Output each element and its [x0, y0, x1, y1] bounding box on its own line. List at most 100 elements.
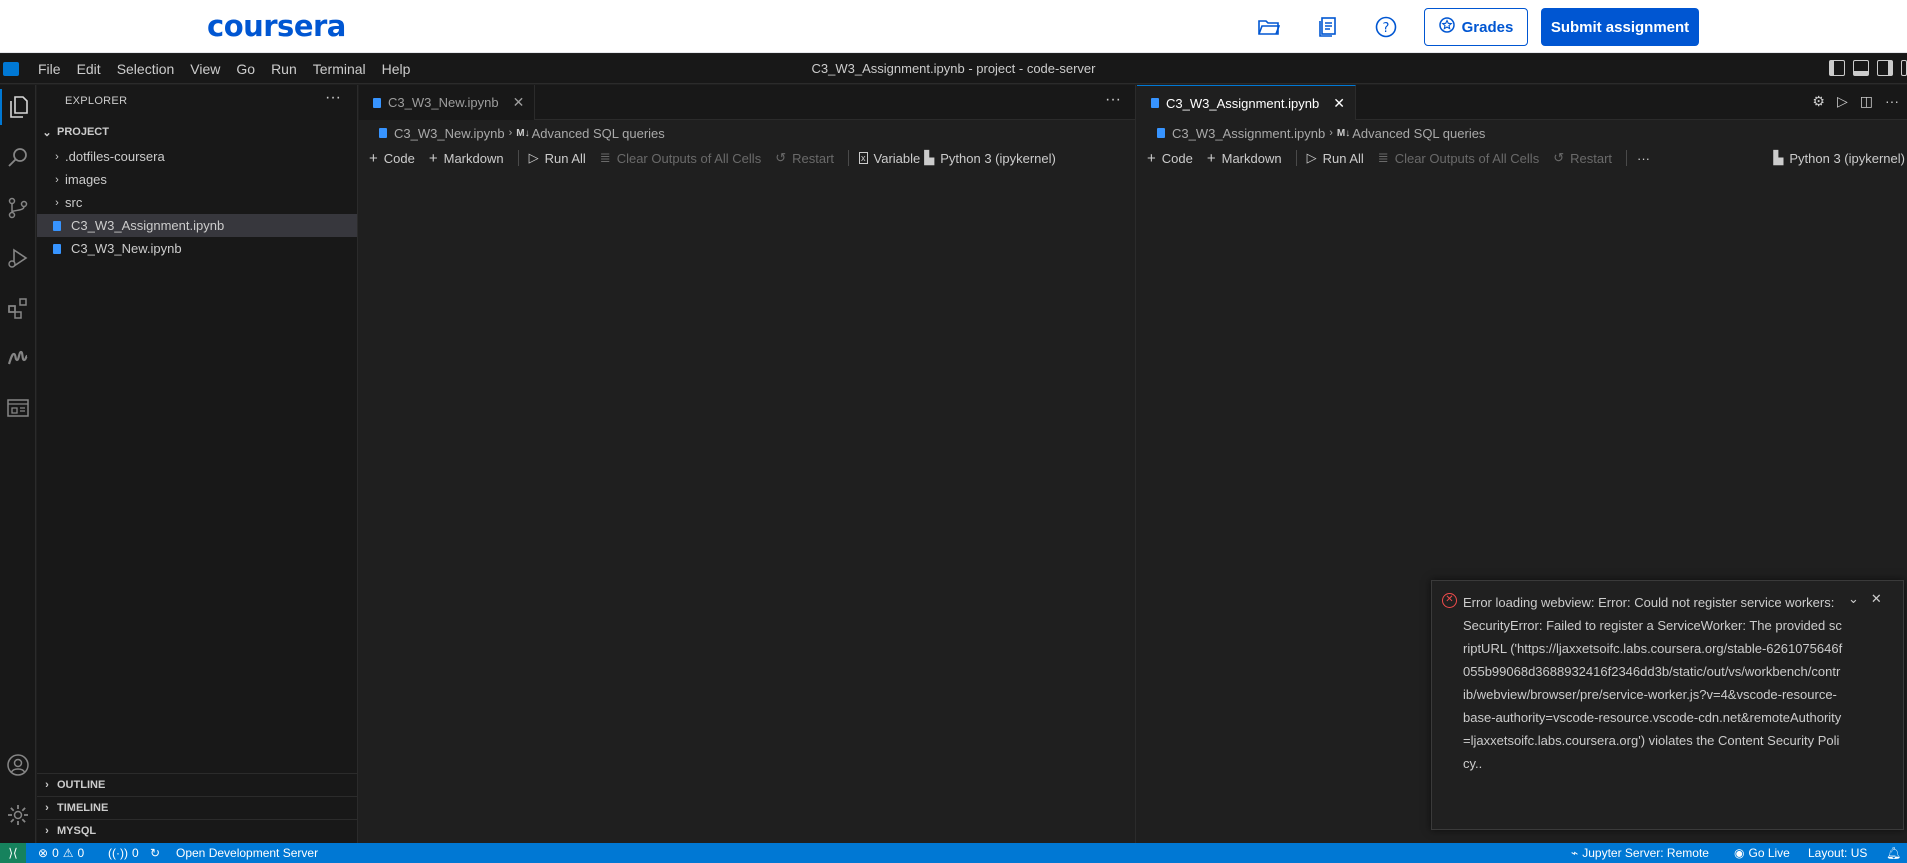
tree-folder-images[interactable]: › images — [37, 168, 357, 191]
run-all-button[interactable]: ▷ Run All — [529, 150, 586, 166]
toggle-secondary-sidebar-icon[interactable] — [1877, 60, 1893, 76]
clear-outputs-button[interactable]: ≣ Clear Outputs of All Cells — [600, 150, 761, 166]
account-icon[interactable] — [0, 747, 36, 783]
close-icon[interactable]: ✕ — [1871, 591, 1882, 607]
jupyter-panel-icon[interactable] — [0, 390, 36, 426]
mysql-pane-header[interactable]: › MYSQL — [37, 819, 357, 841]
add-code-cell-button[interactable]: + Code — [1147, 150, 1193, 167]
tree-folder-dotfiles[interactable]: › .dotfiles-coursera — [37, 145, 357, 168]
notes-icon[interactable] — [1315, 14, 1341, 40]
plus-icon: + — [369, 149, 378, 167]
timeline-pane-header[interactable]: › TIMELINE — [37, 796, 357, 818]
search-icon[interactable] — [0, 140, 36, 176]
breadcrumb-section[interactable]: Advanced SQL queries — [532, 126, 665, 141]
tab-c3-w3-assignment[interactable]: C3_W3_Assignment.ipynb ✕ — [1137, 85, 1356, 120]
notification-message: Error loading webview: Error: Could not … — [1463, 595, 1843, 771]
keyboard-layout-indicator[interactable]: Layout: US — [1808, 846, 1867, 860]
go-live-button[interactable]: ◉ Go Live — [1734, 846, 1790, 860]
menu-bar: File Edit Selection View Go Run Terminal… — [30, 54, 418, 84]
breadcrumb-section[interactable]: Advanced SQL queries — [1352, 126, 1485, 141]
clear-all-icon: ≣ — [1377, 150, 1389, 165]
menu-run[interactable]: Run — [263, 61, 305, 77]
clear-outputs-button[interactable]: ≣ Clear Outputs of All Cells — [1378, 150, 1539, 166]
menu-help[interactable]: Help — [374, 61, 419, 77]
chevron-right-icon: › — [55, 196, 59, 209]
tab-bar: C3_W3_New.ipynb ✕ ··· — [359, 85, 1135, 120]
problems-indicator[interactable]: ⊗ 0 ⚠ 0 — [38, 846, 84, 860]
mysql-icon[interactable] — [0, 340, 36, 376]
submit-assignment-button[interactable]: Submit assignment — [1541, 8, 1699, 46]
notebook-icon — [1157, 128, 1165, 138]
source-control-icon[interactable] — [0, 190, 36, 226]
close-icon[interactable]: ✕ — [513, 94, 525, 111]
run-icon[interactable]: ▷ — [1837, 93, 1848, 110]
tree-file-assignment[interactable]: C3_W3_Assignment.ipynb — [37, 214, 357, 237]
settings-gear-icon[interactable] — [0, 797, 36, 833]
add-code-cell-button[interactable]: + Code — [369, 150, 415, 167]
activity-bar — [0, 85, 36, 843]
add-markdown-cell-button[interactable]: + Markdown — [429, 150, 504, 167]
more-actions-icon[interactable]: ··· — [1637, 151, 1650, 166]
broadcast-icon: ((·)) — [108, 846, 128, 860]
variables-button[interactable]: x Variable — [859, 151, 920, 166]
menu-edit[interactable]: Edit — [69, 61, 109, 77]
breadcrumb-file[interactable]: C3_W3_New.ipynb — [394, 126, 505, 141]
title-bar: File Edit Selection View Go Run Terminal… — [0, 54, 1907, 84]
restart-button[interactable]: ↺ Restart — [1553, 150, 1612, 166]
sync-icon[interactable]: ↻ — [150, 846, 160, 860]
more-actions-icon[interactable]: ··· — [1105, 91, 1121, 109]
outline-pane-header[interactable]: › OUTLINE — [37, 773, 357, 795]
tab-c3-w3-new[interactable]: C3_W3_New.ipynb ✕ — [359, 85, 536, 120]
grades-button[interactable]: Grades — [1424, 8, 1528, 46]
toggle-primary-sidebar-icon[interactable] — [1829, 60, 1845, 76]
markdown-icon: M↓ — [516, 127, 530, 139]
chevron-right-icon: › — [55, 173, 59, 186]
kernel-picker[interactable]: ▙ Python 3 (ipykernel) — [924, 150, 1056, 166]
variables-icon: x — [859, 152, 868, 164]
open-dev-server-button[interactable]: Open Development Server — [176, 846, 318, 860]
jupyter-icon: ⌁ — [1571, 846, 1579, 860]
menu-go[interactable]: Go — [228, 61, 263, 77]
chevron-right-icon: › — [1329, 127, 1333, 139]
notifications-bell-icon[interactable]: 🔔︎ — [1886, 846, 1901, 860]
jupyter-server-status[interactable]: ⌁ Jupyter Server: Remote — [1571, 846, 1709, 860]
help-icon[interactable]: ? — [1373, 14, 1399, 40]
extensions-icon[interactable] — [0, 290, 36, 326]
code-server-logo-icon[interactable] — [3, 62, 19, 76]
coursera-logo[interactable]: coursera — [207, 9, 346, 43]
split-editor-icon[interactable]: ◫ — [1860, 93, 1873, 110]
breadcrumb-file[interactable]: C3_W3_Assignment.ipynb — [1172, 126, 1325, 141]
gear-icon[interactable]: ⚙ — [1812, 93, 1825, 110]
chevron-down-icon[interactable]: ⌄ — [1848, 591, 1859, 607]
kernel-icon: ▙ — [924, 150, 935, 165]
menu-file[interactable]: File — [30, 61, 69, 77]
tree-file-new[interactable]: C3_W3_New.ipynb — [37, 237, 357, 260]
add-markdown-cell-button[interactable]: + Markdown — [1207, 150, 1282, 167]
menu-view[interactable]: View — [182, 61, 228, 77]
chevron-right-icon: › — [55, 150, 59, 163]
menu-terminal[interactable]: Terminal — [305, 61, 374, 77]
close-icon[interactable]: ✕ — [1333, 95, 1345, 112]
explorer-icon[interactable] — [0, 89, 36, 125]
run-all-button[interactable]: ▷ Run All — [1307, 150, 1364, 166]
chevron-right-icon: › — [508, 127, 513, 139]
toolbar-divider — [1626, 150, 1628, 166]
kernel-picker[interactable]: ▙ Python 3 (ipykernel) — [1773, 150, 1905, 166]
editor-actions: ⚙ ▷ ◫ ··· — [1812, 93, 1899, 110]
customize-layout-icon[interactable] — [1901, 60, 1907, 76]
toggle-panel-icon[interactable] — [1853, 60, 1869, 76]
remote-indicator-icon[interactable]: ⟩⟨ — [0, 843, 26, 863]
more-actions-icon[interactable]: ··· — [1885, 93, 1899, 110]
folder-icon[interactable] — [1256, 14, 1282, 40]
notification-controls: ⌄ ✕ — [1848, 591, 1882, 607]
menu-selection[interactable]: Selection — [109, 61, 183, 77]
run-debug-icon[interactable] — [0, 240, 36, 276]
toolbar-divider — [517, 150, 519, 166]
chevron-right-icon: › — [45, 801, 49, 814]
chevron-down-icon: ⌄ — [42, 126, 52, 139]
more-actions-icon[interactable]: ··· — [325, 89, 341, 107]
tree-folder-src[interactable]: › src — [37, 191, 357, 214]
ports-indicator[interactable]: ((·)) 0 — [108, 846, 139, 860]
project-section-header[interactable]: ⌄ PROJECT — [37, 121, 358, 143]
restart-button[interactable]: ↺ Restart — [775, 150, 834, 166]
